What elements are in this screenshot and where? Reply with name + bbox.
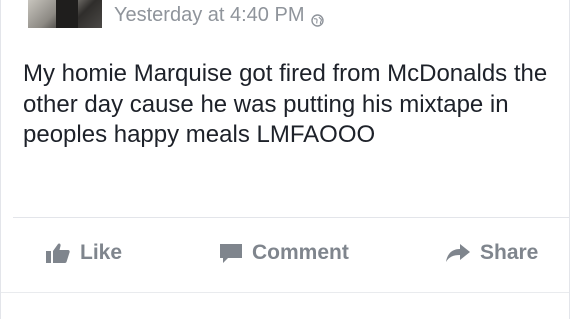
like-label: Like — [80, 241, 123, 264]
speech-bubble-icon — [219, 242, 243, 264]
comment-button[interactable]: Comment — [219, 240, 349, 266]
comment-label: Comment — [252, 241, 349, 264]
avatar-photo — [56, 0, 78, 28]
post-text: My homie Marquise got fired from McDonal… — [23, 60, 548, 148]
share-button[interactable]: Share — [445, 240, 538, 266]
share-label: Share — [480, 241, 539, 264]
thumbs-up-icon — [45, 242, 71, 264]
post-actions: Like Comment Share — [1, 218, 570, 286]
post-meta: Yesterday at 4:40 PM — [114, 3, 324, 27]
feed-post: Yesterday at 4:40 PM My homie Marquise g… — [0, 0, 570, 319]
avatar[interactable] — [28, 0, 102, 28]
globe-icon[interactable] — [310, 9, 324, 27]
comment-area — [1, 292, 569, 319]
share-arrow-icon — [445, 242, 471, 264]
post-timestamp[interactable]: Yesterday at 4:40 PM — [114, 3, 305, 27]
like-button[interactable]: Like — [45, 240, 122, 266]
